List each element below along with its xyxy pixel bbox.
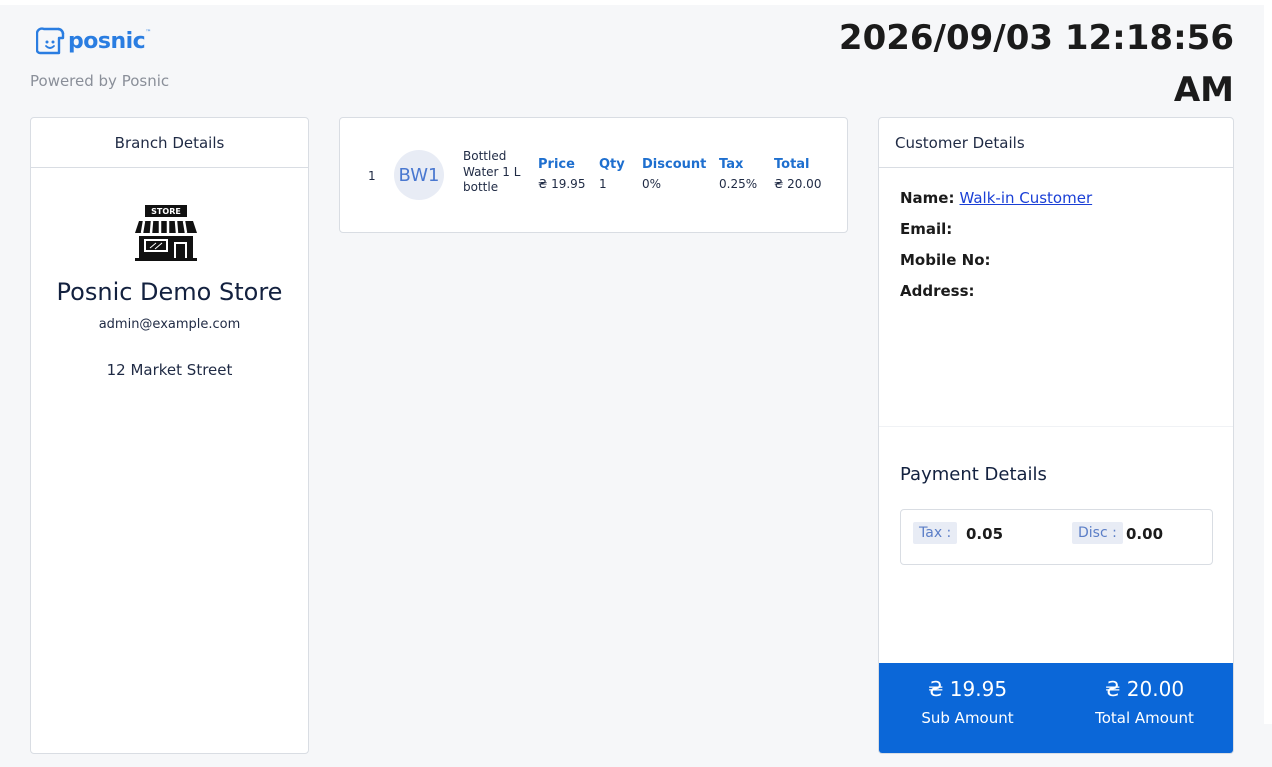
item-qty: 1	[599, 177, 607, 191]
price-header: Price	[538, 157, 575, 172]
total-amount-value: ₴ 20.00	[1104, 677, 1185, 701]
tax-chip: Tax :	[913, 522, 958, 544]
totals-bar: ₴ 19.95 Sub Amount ₴ 20.00 Total Amount	[879, 663, 1233, 753]
top-strip	[0, 0, 1272, 5]
customer-details-heading: Customer Details	[879, 118, 1233, 168]
scrollbar[interactable]	[1264, 5, 1272, 724]
customer-name-link[interactable]: Walk-in Customer	[959, 189, 1092, 207]
item-total: ₴ 20.00	[774, 177, 822, 191]
payment-details-heading: Payment Details	[900, 464, 1047, 485]
total-column: Total ₴ 20.00	[774, 157, 821, 191]
storefront-icon: STORE	[135, 205, 197, 261]
item-discount: 0%	[642, 177, 662, 191]
tax-header: Tax	[719, 157, 744, 172]
powered-by-text: Powered by Posnic	[30, 72, 170, 90]
customer-address-label: Address:	[900, 282, 975, 300]
total-amount-block: ₴ 20.00 Total Amount	[1056, 663, 1233, 727]
discount-header: Discount	[642, 157, 707, 172]
datetime-clock: 2026/09/03 12:18:56 AM	[838, 18, 1234, 110]
store-sign-text: STORE	[151, 207, 181, 216]
item-index: 1	[368, 169, 376, 183]
posnic-logo-icon	[36, 27, 65, 55]
customer-mobile-label: Mobile No:	[900, 251, 991, 269]
sub-amount-block: ₴ 19.95 Sub Amount	[879, 663, 1056, 727]
sub-amount-label: Sub Amount	[921, 709, 1014, 727]
tax-column: Tax 0.25%	[719, 157, 757, 191]
customer-details-card: Customer Details Name: Walk-in Customer E…	[878, 117, 1234, 754]
item-price: ₴ 19.95	[538, 177, 586, 191]
discount-column: Discount 0%	[642, 157, 706, 191]
disc-value: 0.00	[1126, 525, 1164, 543]
tax-value: 0.05	[966, 525, 1004, 543]
store-address: 12 Market Street	[106, 361, 233, 379]
sub-amount-value: ₴ 19.95	[927, 677, 1008, 701]
cart-items-card: 1 BW1 Bottled Water 1 L bottle Price ₴ 1…	[339, 117, 848, 233]
logo-trademark: ™	[145, 29, 152, 36]
disc-chip: Disc :	[1072, 522, 1123, 544]
item-name: Bottled Water 1 L bottle	[463, 149, 521, 194]
price-column: Price ₴ 19.95	[538, 157, 585, 191]
branch-details-card: Branch Details STORE Posnic Demo Store a…	[30, 117, 309, 754]
qty-header: Qty	[599, 157, 625, 172]
branch-details-heading: Branch Details	[31, 118, 308, 168]
total-header: Total	[774, 157, 810, 172]
store-email: admin@example.com	[98, 317, 241, 332]
store-name: Posnic Demo Store	[56, 278, 283, 306]
section-divider	[879, 426, 1233, 427]
posnic-logo: posnic ™	[36, 25, 151, 57]
total-amount-label: Total Amount	[1095, 709, 1194, 727]
customer-email-label: Email:	[900, 220, 953, 238]
logo-text: posnic	[68, 28, 146, 54]
payment-details-box: Tax : 0.05 Disc : 0.00	[900, 509, 1213, 565]
customer-name-label: Name:	[900, 189, 955, 207]
qty-column: Qty 1	[599, 157, 625, 191]
customer-name-row: Name: Walk-in Customer	[900, 189, 1092, 207]
item-tax: 0.25%	[719, 177, 758, 191]
item-avatar: BW1	[394, 150, 444, 200]
